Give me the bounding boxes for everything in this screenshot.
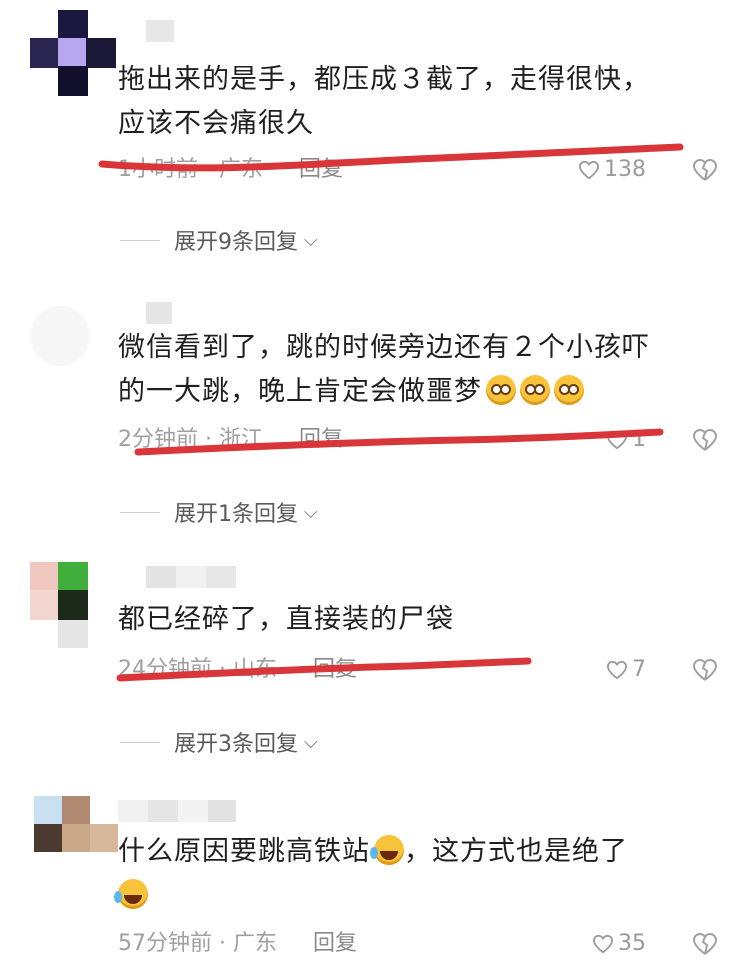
expand-replies-button[interactable]: 展开9条回复 ⌵ xyxy=(120,224,318,256)
heart-outline-icon xyxy=(606,660,628,680)
pleading-face-emoji xyxy=(486,375,516,405)
comment-meta: 24分钟前 · 山东 回复 xyxy=(118,654,357,686)
timestamp-location: 24分钟前 · 山东 xyxy=(118,657,277,682)
divider xyxy=(120,741,160,743)
timestamp-location: 2分钟前 · 浙江 xyxy=(118,427,263,452)
avatar[interactable] xyxy=(30,296,120,386)
expand-replies-button[interactable]: 展开1条回复 ⌵ xyxy=(120,496,318,528)
pleading-face-emoji xyxy=(520,375,550,405)
expand-replies-label: 展开3条回复 xyxy=(174,732,298,757)
like-button[interactable]: 7 xyxy=(606,654,646,686)
like-count: 138 xyxy=(604,157,646,182)
comment-text: 什么原因要跳高铁站 ，这方式也是绝了 xyxy=(114,830,718,918)
avatar[interactable] xyxy=(30,10,120,100)
pleading-face-emoji xyxy=(554,375,584,405)
chevron-down-icon: ⌵ xyxy=(304,501,318,523)
chevron-down-icon: ⌵ xyxy=(304,731,318,753)
comment-text: 都已经碎了，直接装的尸袋 xyxy=(118,604,454,635)
like-count: 7 xyxy=(632,657,646,682)
heart-outline-icon xyxy=(578,160,600,180)
broken-heart-icon[interactable] xyxy=(692,658,718,682)
like-button[interactable]: 138 xyxy=(578,154,646,186)
reply-button[interactable]: 回复 xyxy=(313,931,357,956)
expand-replies-button[interactable]: 展开3条回复 ⌵ xyxy=(120,726,318,758)
laughing-tears-emoji xyxy=(370,835,404,865)
comment-meta: 1小时前 · 广东 回复 xyxy=(118,154,343,186)
reply-button[interactable]: 回复 xyxy=(299,157,343,182)
divider xyxy=(120,239,160,241)
timestamp-location: 1小时前 · 广东 xyxy=(118,157,263,182)
like-count: 1 xyxy=(632,427,646,452)
comment-text: 微信看到了，跳的时候旁边还有２个小孩吓 的一大跳，晚上肯定会做噩梦 xyxy=(118,332,650,407)
divider xyxy=(120,511,160,513)
like-count: 35 xyxy=(618,931,646,956)
like-button[interactable]: 1 xyxy=(606,424,646,456)
reply-button[interactable]: 回复 xyxy=(313,657,357,682)
chevron-down-icon: ⌵ xyxy=(304,229,318,251)
reply-button[interactable]: 回复 xyxy=(299,427,343,452)
comment-meta: 2分钟前 · 浙江 回复 xyxy=(118,424,343,456)
laughing-tears-emoji xyxy=(114,879,148,909)
broken-heart-icon[interactable] xyxy=(692,932,718,956)
like-button[interactable]: 35 xyxy=(592,928,646,960)
avatar[interactable] xyxy=(30,562,120,652)
broken-heart-icon[interactable] xyxy=(692,158,718,182)
broken-heart-icon[interactable] xyxy=(692,428,718,452)
heart-outline-icon xyxy=(606,430,628,450)
heart-outline-icon xyxy=(592,934,614,954)
expand-replies-label: 展开1条回复 xyxy=(174,502,298,527)
timestamp-location: 57分钟前 · 广东 xyxy=(118,931,277,956)
avatar[interactable] xyxy=(30,796,120,886)
comment-meta: 57分钟前 · 广东 回复 xyxy=(118,928,357,960)
comment-text: 拖出来的是手，都压成３截了，走得很快， 应该不会痛很久 xyxy=(118,64,650,139)
expand-replies-label: 展开9条回复 xyxy=(174,230,298,255)
